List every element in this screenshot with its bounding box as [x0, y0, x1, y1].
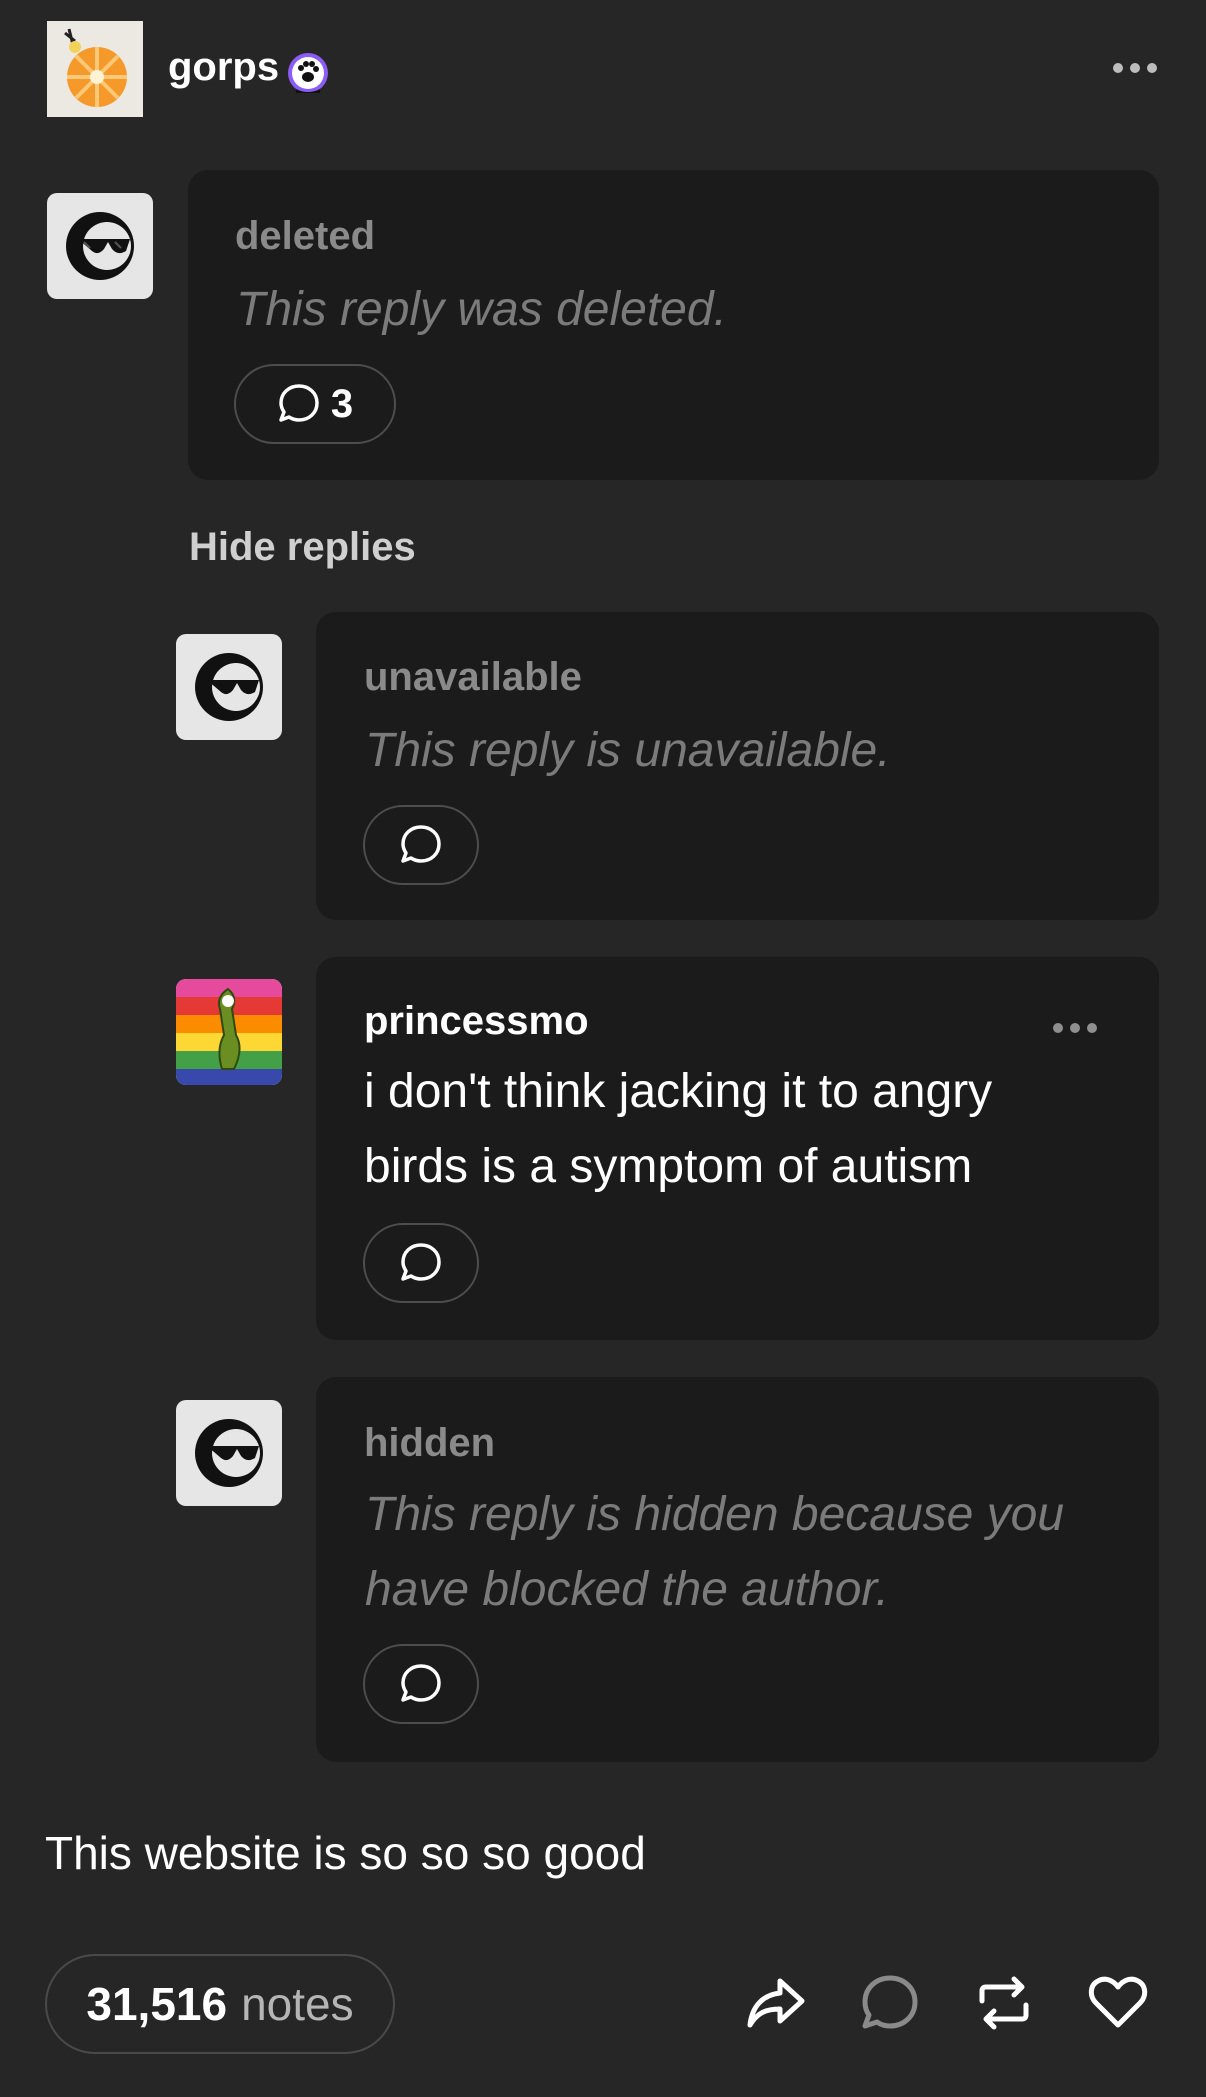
deleted-avatar [47, 193, 153, 299]
post-more-menu-icon[interactable] [1113, 63, 1157, 73]
reply-message: This reply was deleted. [236, 283, 727, 336]
reply-message: This reply is hidden because you have bl… [365, 1488, 1065, 1616]
reply-count: 3 [330, 381, 354, 426]
hidden-avatar [176, 1400, 282, 1506]
reply-username[interactable]: hidden [364, 1421, 495, 1466]
reply-text: i don't think jacking it to angry birds … [364, 1065, 993, 1193]
reply-card-unavailable: unavailable This reply is unavailable. [316, 612, 1159, 920]
reply-icon[interactable] [858, 1971, 922, 2035]
share-icon[interactable] [744, 1971, 808, 2035]
reply-more-menu-icon[interactable] [1053, 1023, 1097, 1033]
notes-label: notes [241, 1978, 354, 2030]
reply-card-princessmo: princessmo i don't think jacking it to a… [316, 957, 1159, 1340]
comment-icon [401, 1243, 441, 1281]
paw-badge-icon [286, 51, 330, 95]
notes-count: 31,516 [86, 1978, 228, 2030]
hide-replies-button[interactable]: Hide replies [189, 525, 416, 570]
reply-button[interactable] [363, 1644, 479, 1724]
author-username[interactable]: gorps [168, 45, 279, 90]
reply-button[interactable] [363, 1223, 479, 1303]
reply-button[interactable] [363, 805, 479, 885]
comment-icon [279, 384, 319, 422]
like-icon[interactable] [1086, 1971, 1150, 2035]
reply-card-deleted: deleted This reply was deleted. 3 [188, 170, 1159, 480]
author-avatar[interactable] [47, 21, 143, 117]
post-caption: This website is so so so good [45, 1827, 646, 1879]
notes-button[interactable]: 31,516 notes [45, 1954, 395, 2054]
princessmo-avatar [176, 979, 282, 1085]
reblog-icon[interactable] [972, 1971, 1036, 2035]
reply-count-button[interactable]: 3 [234, 364, 396, 444]
comment-icon [401, 1664, 441, 1702]
reply-message: This reply is unavailable. [365, 724, 891, 777]
reply-username[interactable]: unavailable [364, 655, 582, 700]
unavailable-avatar [176, 634, 282, 740]
reply-card-hidden: hidden This reply is hidden because you … [316, 1377, 1159, 1762]
reply-username[interactable]: princessmo [364, 999, 589, 1044]
reply-username[interactable]: deleted [235, 214, 375, 259]
comment-icon [401, 825, 441, 863]
